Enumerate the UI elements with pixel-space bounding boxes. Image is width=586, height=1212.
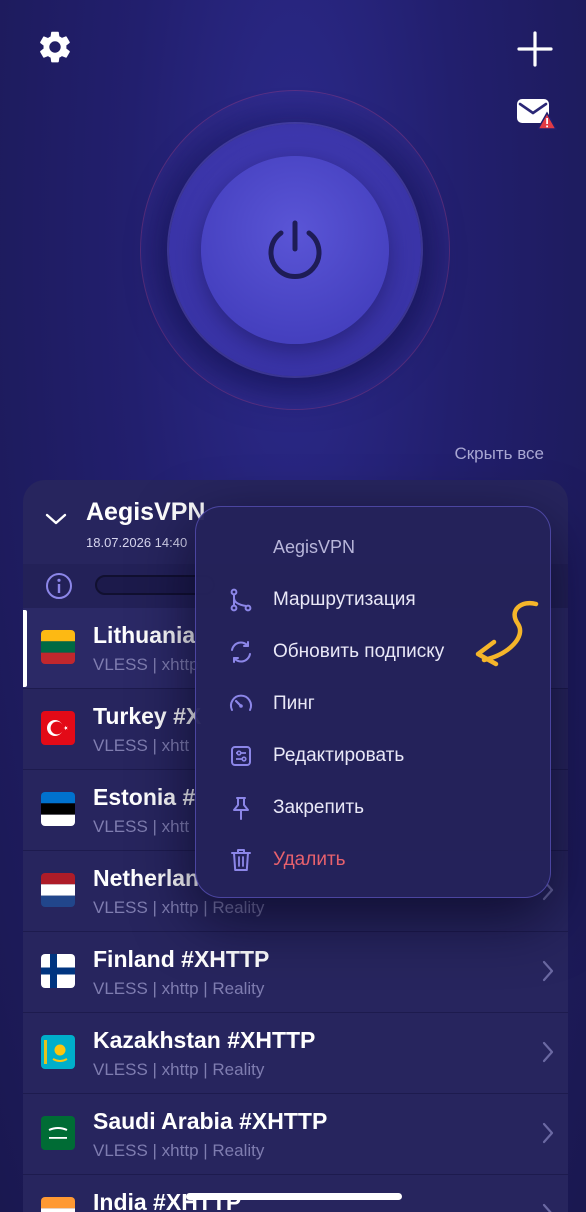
settings-button[interactable] — [34, 26, 76, 68]
subscription-updated: 18.07.2026 14:40 — [86, 535, 188, 550]
subscription-name: AegisVPN — [86, 498, 206, 526]
trash-icon — [226, 845, 256, 875]
server-protocol: VLESS | xhttp | Reality — [93, 979, 265, 998]
server-row[interactable]: Kazakhstan #XHTTP VLESS | xhttp | Realit… — [23, 1013, 568, 1094]
server-protocol: VLESS | xhttp — [93, 655, 199, 674]
chevron-right-icon — [542, 1041, 554, 1063]
server-row[interactable]: Finland #XHTTP VLESS | xhttp | Reality — [23, 932, 568, 1013]
server-protocol: VLESS | xhttp | Reality — [93, 1141, 265, 1160]
lithuania-flag-icon — [41, 630, 75, 664]
menu-item-edit[interactable]: Редактировать — [226, 736, 526, 776]
server-protocol: VLESS | xhttp | Reality — [93, 898, 265, 917]
menu-item-label: Закрепить — [273, 797, 364, 818]
saudi-arabia-flag-icon — [41, 1116, 75, 1150]
menu-item-label: Обновить подписку — [273, 641, 445, 662]
menu-item-label: Удалить — [273, 849, 346, 870]
power-button-core[interactable] — [201, 156, 389, 344]
india-flag-icon — [41, 1197, 75, 1212]
gear-icon — [40, 31, 70, 63]
hide-all-link[interactable]: Скрыть все — [454, 444, 544, 464]
server-name: Turkey #X — [93, 703, 202, 729]
menu-item-label: Маршрутизация — [273, 589, 416, 610]
refresh-icon — [226, 637, 256, 667]
server-name: Kazakhstan #XHTTP — [93, 1027, 316, 1053]
server-name: Netherlan — [93, 865, 200, 891]
menu-item-label: Пинг — [273, 693, 315, 714]
server-protocol: VLESS | xhttp | Reality — [93, 1060, 265, 1079]
chevron-right-icon — [542, 960, 554, 982]
estonia-flag-icon — [41, 792, 75, 826]
turkey-flag-icon — [41, 711, 75, 745]
server-protocol: VLESS | xhtt — [93, 817, 190, 836]
server-name: Saudi Arabia #XHTTP — [93, 1108, 328, 1134]
ping-gauge-icon — [226, 689, 256, 719]
server-row[interactable]: Saudi Arabia #XHTTP VLESS | xhttp | Real… — [23, 1094, 568, 1175]
subscription-context-menu: AegisVPN Маршрутизация Обновить подписку — [195, 506, 551, 898]
menu-item-label: Редактировать — [273, 745, 405, 766]
chevron-down-icon[interactable] — [45, 512, 67, 526]
mail-alert-icon — [517, 99, 558, 130]
info-icon[interactable] — [45, 572, 73, 600]
pin-icon — [226, 793, 256, 823]
server-name: Finland #XHTTP — [93, 946, 270, 972]
kazakhstan-flag-icon — [41, 1035, 75, 1069]
menu-item-pin[interactable]: Закрепить — [226, 788, 526, 828]
chevron-right-icon — [542, 1122, 554, 1144]
add-button[interactable] — [512, 26, 558, 72]
finland-flag-icon — [41, 954, 75, 988]
mail-button[interactable] — [514, 96, 558, 132]
power-button[interactable] — [169, 124, 421, 376]
menu-title: AegisVPN — [273, 537, 356, 557]
home-indicator[interactable] — [186, 1193, 402, 1200]
annotation-arrow-icon — [475, 600, 539, 667]
netherlands-flag-icon — [41, 873, 75, 907]
chevron-right-icon — [542, 1203, 552, 1212]
menu-item-ping[interactable]: Пинг — [226, 684, 526, 724]
server-name: Lithuania — [93, 622, 196, 648]
routing-icon — [226, 585, 256, 615]
connection-area — [140, 90, 450, 410]
server-protocol: VLESS | xhtt — [93, 736, 190, 755]
power-icon — [268, 220, 322, 279]
server-name: Estonia # — [93, 784, 196, 810]
sliders-icon — [226, 741, 256, 771]
plus-icon — [517, 31, 553, 67]
menu-item-delete[interactable]: Удалить — [226, 840, 526, 880]
